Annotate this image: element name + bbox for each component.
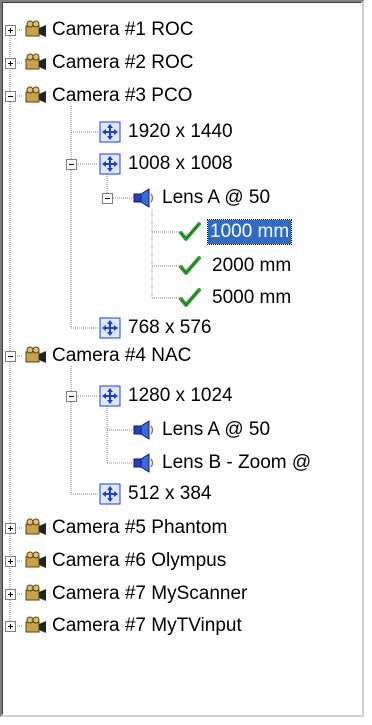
move-arrows-icon <box>99 121 121 143</box>
tree-node-label: 1008 x 1008 <box>128 153 233 174</box>
tree-node-lens-b[interactable]: Lens B - Zoom @ <box>2 447 362 480</box>
lens-icon <box>133 453 154 473</box>
tree-node-camera-6[interactable]: Camera #6 Olympus <box>2 545 362 578</box>
tree-node-label: 768 x 576 <box>128 317 212 338</box>
tree-node-camera-7-mytvinput[interactable]: Camera #7 MyTVinput <box>2 610 362 643</box>
camera-icon <box>25 346 46 363</box>
tree-node-label: 2000 mm <box>212 255 292 276</box>
tree-node-label: 512 x 384 <box>128 483 212 504</box>
collapse-toggle[interactable] <box>5 91 16 102</box>
tree-node-resolution-1008x1008[interactable]: 1008 x 1008 <box>2 148 362 181</box>
tree-node-camera-1[interactable]: Camera #1 ROC <box>2 14 362 47</box>
lens-icon <box>133 188 154 208</box>
expand-toggle[interactable] <box>5 589 16 600</box>
camera-icon <box>25 518 46 535</box>
tree-node-label: Lens A @ 50 <box>162 187 271 208</box>
tree-node-resolution-1280x1024[interactable]: 1280 x 1024 <box>2 380 362 413</box>
tree-node-label: Lens B - Zoom @ <box>162 452 312 473</box>
tree-node-resolution-512x384[interactable]: 512 x 384 <box>2 478 362 511</box>
tree-node-lens-a[interactable]: Lens A @ 50 <box>2 414 362 447</box>
tree-node-label: Camera #1 ROC <box>52 19 194 40</box>
tree-node-label: Camera #7 MyTVinput <box>52 615 242 636</box>
tree-node-camera-4[interactable]: Camera #4 NAC <box>2 340 362 373</box>
collapse-toggle[interactable] <box>66 159 77 170</box>
move-arrows-icon <box>99 483 121 505</box>
tree-node-resolution-1920x1440[interactable]: 1920 x 1440 <box>2 116 362 149</box>
lens-icon <box>133 420 154 440</box>
move-arrows-icon <box>99 385 121 407</box>
camera-icon <box>25 53 46 70</box>
tree-node-label: Camera #2 ROC <box>52 52 194 73</box>
expand-toggle[interactable] <box>5 25 16 36</box>
checkmark-icon <box>179 256 201 275</box>
expand-toggle[interactable] <box>5 58 16 69</box>
tree-node-label: Camera #4 NAC <box>52 345 192 366</box>
expand-toggle[interactable] <box>5 621 16 632</box>
tree-node-camera-3[interactable]: Camera #3 PCO <box>2 80 362 113</box>
camera-tree-view[interactable]: Camera #1 ROC Camera #2 ROC Camera #3 PC… <box>0 0 364 717</box>
collapse-toggle[interactable] <box>102 193 113 204</box>
tree-node-lens-a[interactable]: Lens A @ 50 <box>2 182 362 215</box>
checkmark-icon <box>179 288 201 307</box>
tree-node-label: Camera #5 Phantom <box>52 517 228 538</box>
tree-node-label: Camera #7 MyScanner <box>52 583 248 604</box>
camera-icon <box>25 20 46 37</box>
tree-node-label: Camera #3 PCO <box>52 85 193 106</box>
tree-node-distance-5000mm[interactable]: 5000 mm <box>2 282 362 315</box>
tree-node-label-selected: 1000 mm <box>206 219 293 245</box>
move-arrows-icon <box>99 153 121 175</box>
camera-icon <box>25 551 46 568</box>
expand-toggle[interactable] <box>5 556 16 567</box>
tree-node-distance-1000mm[interactable]: 1000 mm <box>2 216 362 249</box>
tree-node-label: 5000 mm <box>212 287 292 308</box>
tree-node-distance-2000mm[interactable]: 2000 mm <box>2 250 362 283</box>
camera-icon <box>25 584 46 601</box>
checkmark-icon <box>179 222 201 241</box>
tree-node-label: Camera #6 Olympus <box>52 550 227 571</box>
tree-node-label: Lens A @ 50 <box>162 419 271 440</box>
collapse-toggle[interactable] <box>5 351 16 362</box>
camera-icon <box>25 616 46 633</box>
tree-node-label: 1280 x 1024 <box>128 385 233 406</box>
move-arrows-icon <box>99 317 121 339</box>
camera-icon <box>25 86 46 103</box>
tree-node-camera-7-myscanner[interactable]: Camera #7 MyScanner <box>2 578 362 611</box>
collapse-toggle[interactable] <box>66 391 77 402</box>
tree-node-label: 1920 x 1440 <box>128 121 233 142</box>
expand-toggle[interactable] <box>5 523 16 534</box>
tree-node-camera-2[interactable]: Camera #2 ROC <box>2 47 362 80</box>
tree-node-camera-5[interactable]: Camera #5 Phantom <box>2 512 362 545</box>
